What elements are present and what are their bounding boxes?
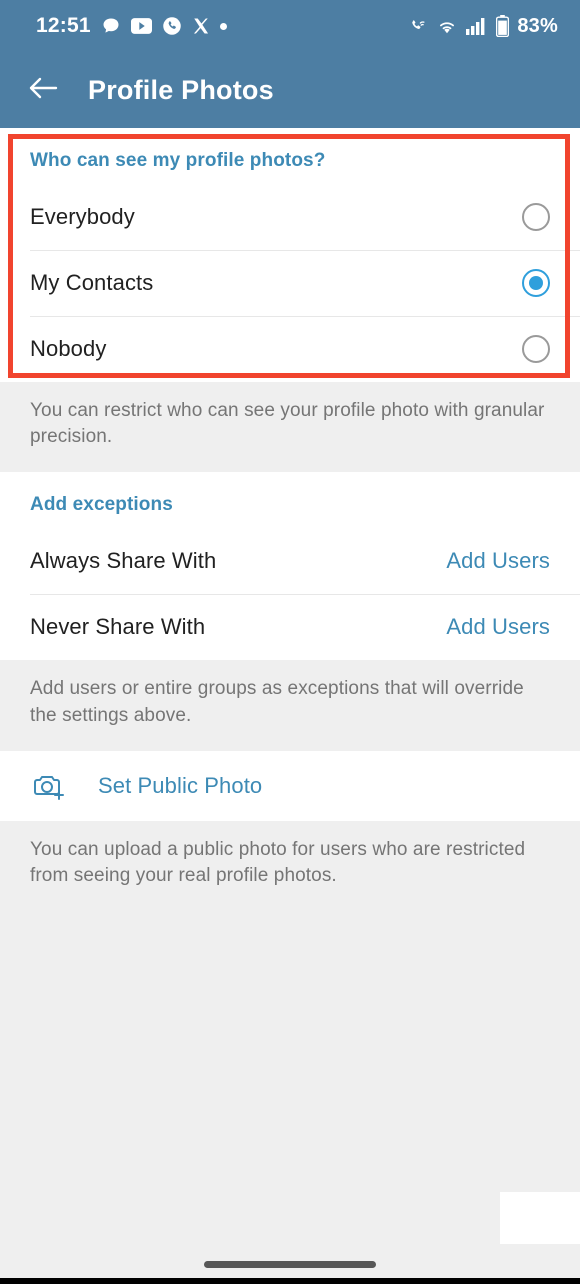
status-bar-left: 12:51: [36, 14, 227, 38]
arrow-left-icon: [27, 75, 59, 106]
radio-everybody[interactable]: [522, 203, 550, 231]
radio-nobody[interactable]: [522, 335, 550, 363]
settings-content: Who can see my profile photos? Everybody…: [0, 128, 580, 1284]
call-wifi-icon: [407, 16, 428, 36]
option-row-my-contacts[interactable]: My Contacts: [0, 250, 580, 316]
home-indicator[interactable]: [204, 1260, 376, 1268]
set-public-photo-label: Set Public Photo: [98, 772, 263, 798]
radio-my-contacts[interactable]: [522, 269, 550, 297]
row-label: Always Share With: [30, 548, 217, 574]
x-twitter-icon: [192, 17, 210, 35]
visibility-section-heading: Who can see my profile photos?: [30, 150, 326, 171]
add-users-link-never[interactable]: Add Users: [446, 614, 550, 640]
phone-screen: 12:51 83% Profile Photos Who can see my …: [0, 0, 580, 1284]
option-label: Nobody: [30, 336, 107, 361]
exceptions-card: Add exceptions Always Share With Add Use…: [0, 472, 580, 661]
status-bar-clock: 12:51: [36, 14, 91, 37]
battery-percent-label: 83%: [517, 14, 558, 37]
visibility-footnote: You can restrict who can see your profil…: [0, 382, 580, 473]
dot-icon: [219, 22, 227, 30]
cellular-signal-icon: [466, 17, 488, 35]
youtube-icon: [130, 18, 152, 34]
camera-plus-icon: [30, 770, 70, 802]
set-public-photo-row[interactable]: Set Public Photo: [0, 750, 580, 821]
row-label: Never Share With: [30, 614, 206, 640]
option-label: Everybody: [30, 204, 135, 229]
never-share-with-row[interactable]: Never Share With Add Users: [0, 594, 580, 661]
phone-call-icon: [162, 16, 182, 36]
exceptions-footnote: Add users or entire groups as exceptions…: [0, 660, 580, 751]
page-title: Profile Photos: [88, 74, 274, 105]
status-bar: 12:51 83%: [0, 0, 580, 52]
option-label: My Contacts: [30, 270, 154, 295]
add-users-link-always[interactable]: Add Users: [446, 548, 550, 574]
public-photo-footnote: You can upload a public photo for users …: [0, 820, 580, 912]
wifi-icon: [436, 17, 458, 35]
battery-icon: [496, 15, 510, 37]
visibility-card: Who can see my profile photos? Everybody…: [0, 128, 580, 382]
exceptions-section-heading: Add exceptions: [30, 494, 173, 516]
app-bar: Profile Photos: [0, 52, 580, 128]
screen-bottom-bezel: [0, 1278, 580, 1284]
option-row-everybody[interactable]: Everybody: [0, 184, 580, 250]
always-share-with-row[interactable]: Always Share With Add Users: [0, 528, 580, 595]
public-photo-card: Set Public Photo: [0, 750, 580, 821]
status-bar-right: 83%: [407, 15, 558, 38]
message-bubble-icon: [101, 16, 121, 36]
option-row-nobody[interactable]: Nobody: [0, 316, 580, 382]
back-button[interactable]: [26, 73, 60, 107]
